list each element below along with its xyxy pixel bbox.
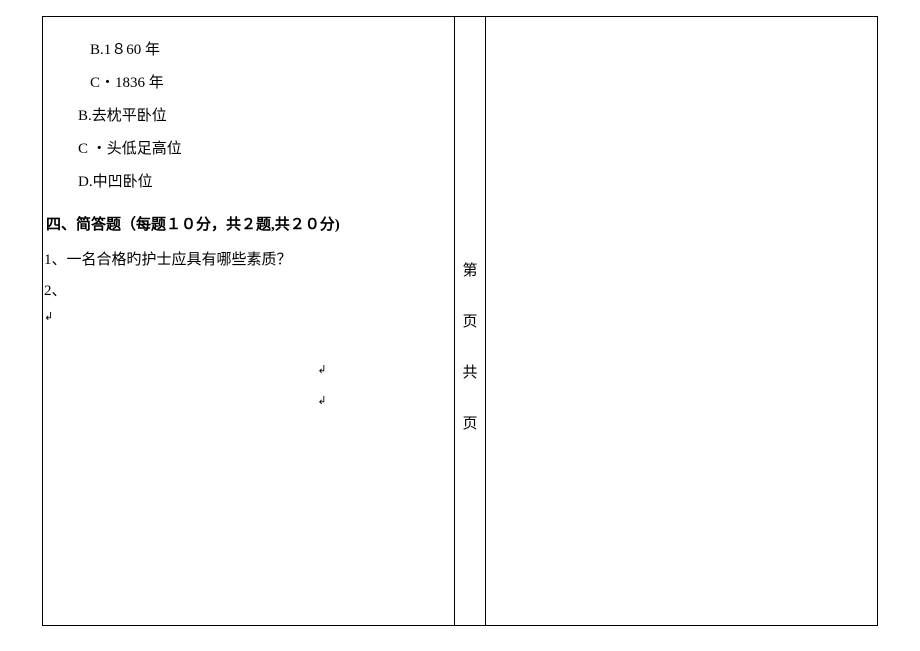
return-marker-2: ↲ (42, 363, 442, 376)
option-b-position: B.去枕平卧位 (42, 104, 442, 125)
main-content: B.1８60 年 C・1836 年 B.去枕平卧位 C ・头低足高位 D.中凹卧… (42, 16, 442, 425)
sidebar-char-ye2: 页 (462, 412, 477, 433)
option-d-position: D.中凹卧位 (42, 170, 442, 191)
option-c-position: C ・头低足高位 (42, 137, 442, 158)
page-number-sidebar: 第 页 共 页 (454, 16, 486, 626)
question-1: 1、一名合格旳护士应具有哪些素质？ (42, 248, 442, 269)
return-marker-3: ↲ (42, 394, 442, 407)
sidebar-char-ye1: 页 (462, 310, 477, 331)
section-4-title: 四、简答题（每题１０分，共２题,共２０分) (42, 213, 442, 234)
question-2: 2、 (42, 279, 442, 300)
option-b-1860: B.1８60 年 (42, 38, 442, 59)
option-c-1836: C・1836 年 (42, 71, 442, 92)
sidebar-char-di: 第 (462, 259, 477, 280)
sidebar-char-gong: 共 (462, 361, 477, 382)
mid-markers: ↲ ↲ (42, 363, 442, 407)
return-marker-1: ↲ (42, 310, 442, 323)
